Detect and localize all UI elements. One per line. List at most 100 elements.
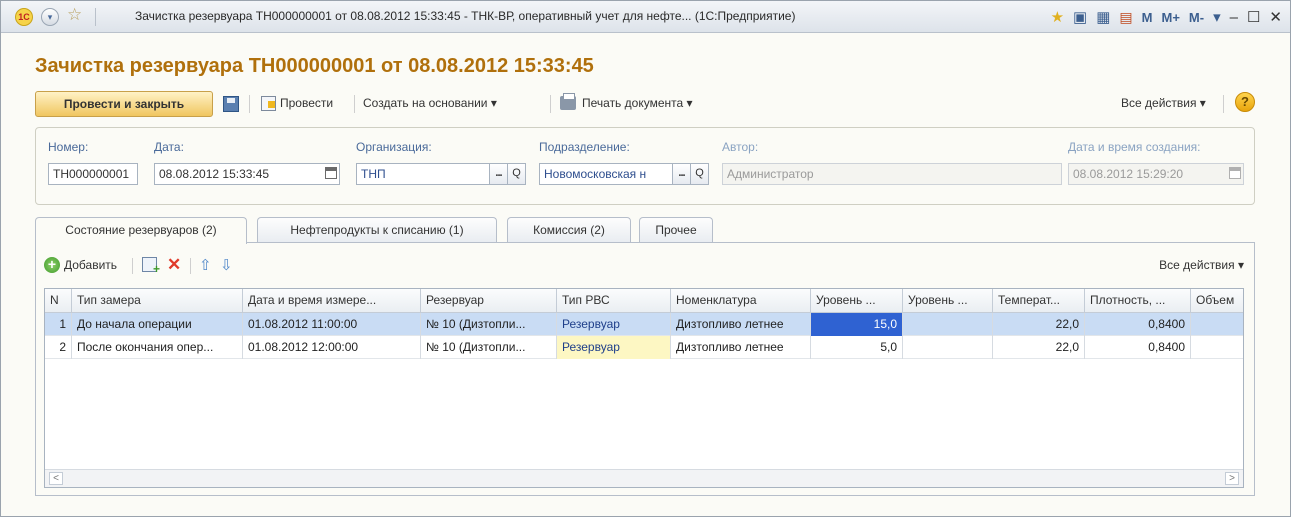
app-logo-icon[interactable]: 1С	[15, 8, 33, 26]
level-1-cell[interactable]: 5,0	[811, 336, 903, 359]
department-select-button[interactable]: ...	[672, 164, 690, 184]
dropdown-icon[interactable]: ▾	[1213, 8, 1221, 26]
column-header-measure-datetime[interactable]: Дата и время измере...	[243, 289, 421, 313]
author-label: Автор:	[722, 140, 759, 154]
scroll-right-icon[interactable]: >	[1225, 472, 1239, 485]
calendar-picker-icon[interactable]	[325, 167, 337, 179]
table-row[interactable]: 1 До начала операции 01.08.2012 11:00:00…	[45, 313, 1243, 336]
memory-plus-button[interactable]: M+	[1162, 10, 1180, 25]
column-header-volume[interactable]: Объем	[1191, 289, 1243, 313]
post-and-close-button[interactable]: Провести и закрыть	[35, 91, 213, 117]
column-header-level-2[interactable]: Уровень ...	[903, 289, 993, 313]
number-label: Номер:	[48, 140, 89, 154]
rvs-type-cell[interactable]: Резервуар	[557, 313, 671, 336]
header-panel: Номер: ТН000000001 Дата: 08.08.2012 15:3…	[35, 127, 1255, 205]
table-all-actions-button[interactable]: Все действия ▾	[1159, 258, 1244, 272]
post-button[interactable]: Провести	[280, 96, 333, 110]
copy-row-icon[interactable]	[142, 257, 160, 276]
temperature-cell[interactable]: 22,0	[993, 313, 1085, 336]
rvs-type-cell[interactable]: Резервуар	[557, 336, 671, 359]
favorite-star-icon[interactable]: ☆	[67, 5, 82, 25]
window-title: Зачистка резервуара ТН000000001 от 08.08…	[135, 9, 796, 23]
calendar-icon[interactable]: ▤	[1119, 9, 1132, 26]
toolbar-separator	[550, 95, 551, 113]
table-row[interactable]: 2 После окончания опер... 01.08.2012 12:…	[45, 336, 1243, 359]
measure-datetime-cell[interactable]: 01.08.2012 12:00:00	[243, 336, 421, 359]
created-calendar-icon	[1229, 167, 1241, 179]
column-header-rvs-type[interactable]: Тип РВС	[557, 289, 671, 313]
minimize-icon[interactable]: –	[1230, 9, 1238, 26]
post-icon	[261, 96, 276, 111]
add-button[interactable]: Добавить	[64, 258, 117, 272]
row-number-cell[interactable]: 1	[45, 313, 72, 336]
number-field[interactable]: ТН000000001	[48, 163, 138, 185]
calculator-icon[interactable]: ▦	[1096, 8, 1110, 26]
print-document-button[interactable]: Печать документа ▾	[582, 96, 693, 110]
organization-label: Организация:	[356, 140, 432, 154]
nomenclature-cell[interactable]: Дизтопливо летнее	[671, 336, 811, 359]
volume-cell[interactable]	[1191, 336, 1243, 359]
toolbar-separator	[249, 95, 250, 113]
department-open-icon[interactable]: Q	[690, 164, 708, 184]
measure-type-cell[interactable]: После окончания опер...	[72, 336, 243, 359]
density-cell[interactable]: 0,8400	[1085, 336, 1191, 359]
row-number-cell[interactable]: 2	[45, 336, 72, 359]
save-icon[interactable]	[223, 96, 239, 112]
table-toolbar: + Добавить ✕ ⇧ ⇩ Все действия ▾	[44, 255, 1244, 277]
measure-datetime-cell[interactable]: 01.08.2012 11:00:00	[243, 313, 421, 336]
printer-icon	[560, 93, 576, 110]
add-favorite-icon[interactable]: ★	[1051, 8, 1064, 26]
density-cell[interactable]: 0,8400	[1085, 313, 1191, 336]
volume-cell[interactable]	[1191, 313, 1243, 336]
tab-commission[interactable]: Комиссия (2)	[507, 217, 631, 243]
move-up-icon[interactable]: ⇧	[199, 256, 212, 274]
scroll-left-icon[interactable]: <	[49, 472, 63, 485]
table-header: N Тип замера Дата и время измере... Резе…	[45, 289, 1243, 313]
all-actions-button[interactable]: Все действия ▾	[1121, 96, 1206, 110]
organization-open-icon[interactable]: Q	[507, 164, 525, 184]
level-2-cell[interactable]	[903, 336, 993, 359]
nomenclature-cell[interactable]: Дизтопливо летнее	[671, 313, 811, 336]
column-header-n[interactable]: N	[45, 289, 72, 313]
document-form: Зачистка резервуара ТН000000001 от 08.08…	[19, 33, 1274, 508]
level-1-cell[interactable]: 15,0	[811, 313, 903, 336]
organization-select-button[interactable]: ...	[489, 164, 507, 184]
tank-state-table[interactable]: N Тип замера Дата и время измере... Резе…	[44, 288, 1244, 488]
delete-row-icon[interactable]: ✕	[167, 255, 181, 275]
tab-panel: + Добавить ✕ ⇧ ⇩ Все действия ▾ N Тип за…	[35, 242, 1255, 496]
column-header-density[interactable]: Плотность, ...	[1085, 289, 1191, 313]
tab-products-writeoff[interactable]: Нефтепродукты к списанию (1)	[257, 217, 497, 243]
horizontal-scrollbar[interactable]: < >	[45, 469, 1243, 487]
memory-m-button[interactable]: M	[1142, 10, 1153, 25]
created-datetime-value: 08.08.2012 15:29:20	[1073, 167, 1184, 181]
add-icon[interactable]: +	[44, 257, 60, 273]
column-header-measure-type[interactable]: Тип замера	[72, 289, 243, 313]
column-header-level-1[interactable]: Уровень ...	[811, 289, 903, 313]
created-datetime-field: 08.08.2012 15:29:20	[1068, 163, 1244, 185]
measure-type-cell[interactable]: До начала операции	[72, 313, 243, 336]
level-2-cell[interactable]	[903, 313, 993, 336]
toolbar-separator	[1223, 95, 1224, 113]
department-field[interactable]: Новомосковская н ... Q	[539, 163, 709, 185]
column-header-tank[interactable]: Резервуар	[421, 289, 557, 313]
organization-field[interactable]: ТНП ... Q	[356, 163, 526, 185]
help-icon[interactable]: ?	[1235, 92, 1255, 112]
tab-tank-state[interactable]: Состояние резервуаров (2)	[35, 217, 247, 244]
create-based-on-button[interactable]: Создать на основании ▾	[363, 96, 497, 110]
maximize-icon[interactable]: ☐	[1247, 8, 1260, 26]
column-header-temperature[interactable]: Температ...	[993, 289, 1085, 313]
close-icon[interactable]: ✕	[1269, 8, 1282, 26]
page-title: Зачистка резервуара ТН000000001 от 08.08…	[35, 55, 594, 77]
toolbar-separator	[190, 258, 191, 274]
tank-cell[interactable]: № 10 (Дизтопли...	[421, 336, 557, 359]
main-menu-button[interactable]: ▾	[41, 8, 59, 26]
tank-cell[interactable]: № 10 (Дизтопли...	[421, 313, 557, 336]
move-down-icon[interactable]: ⇩	[220, 256, 233, 274]
date-field[interactable]: 08.08.2012 15:33:45	[154, 163, 340, 185]
memory-minus-button[interactable]: M-	[1189, 10, 1204, 25]
column-header-nomenclature[interactable]: Номенклатура	[671, 289, 811, 313]
temperature-cell[interactable]: 22,0	[993, 336, 1085, 359]
link-icon[interactable]: ▣	[1073, 8, 1087, 26]
tab-other[interactable]: Прочее	[639, 217, 713, 243]
date-label: Дата:	[154, 140, 184, 154]
